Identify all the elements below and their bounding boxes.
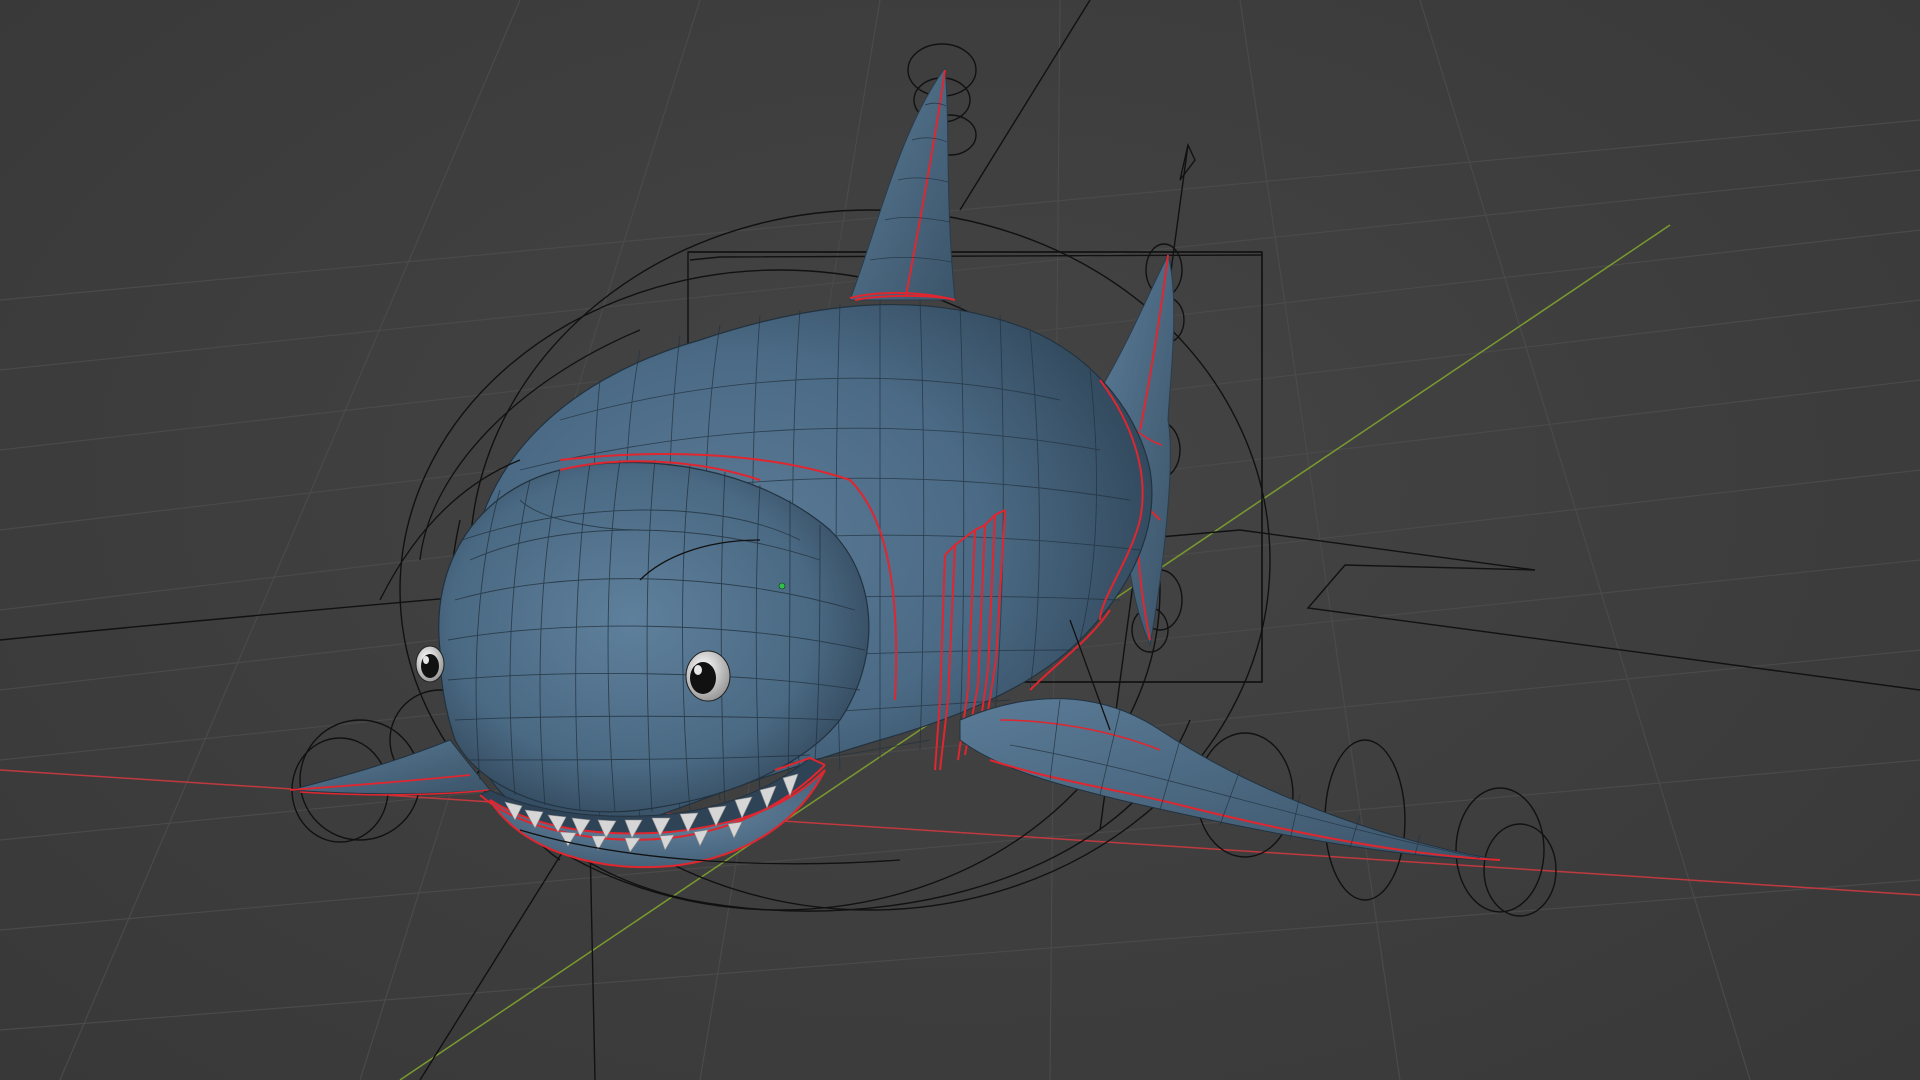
shark-eye-left[interactable] [415,645,445,683]
object-origin-icon[interactable] [778,582,786,590]
shark-dorsal-fin[interactable] [849,66,956,301]
3d-viewport[interactable] [0,0,1920,1080]
viewport-scene[interactable] [0,0,1920,1080]
shark-pectoral-fin-right[interactable] [959,698,1501,861]
shark-eye-right[interactable] [685,650,731,702]
x-axis-line [0,769,1920,896]
